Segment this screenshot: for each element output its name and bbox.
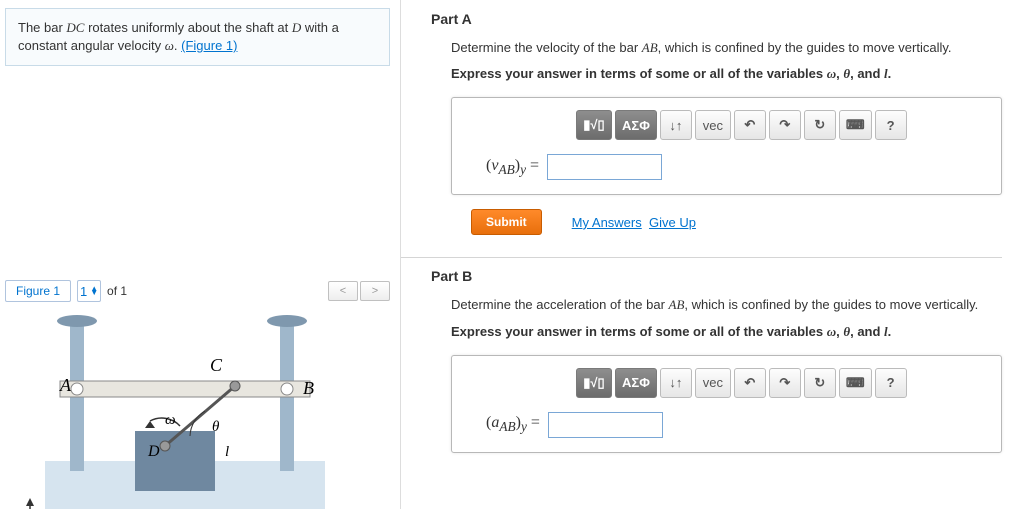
var-d: D (292, 20, 301, 35)
divider (401, 257, 1002, 258)
part-a-answer-input[interactable] (547, 154, 662, 180)
greek-button[interactable]: ΑΣΦ (615, 110, 657, 140)
part-b-title: Part B (431, 268, 1002, 284)
figure-number-spinner[interactable]: 1 ▲▼ (77, 280, 101, 302)
undo-button[interactable]: ↶ (734, 110, 766, 140)
spinner-arrows: ▲▼ (90, 287, 98, 297)
svg-text:A: A (59, 375, 72, 395)
redo-button[interactable]: ↷ (769, 110, 801, 140)
var-omega: ω (165, 38, 174, 53)
txt: The bar (18, 20, 66, 35)
part-a-answer-box: ▮√▯ ΑΣΦ ↓↑ vec ↶ ↷ ↻ ⌨ ? (vAB)y = (451, 97, 1002, 195)
var-dc: DC (66, 20, 84, 35)
figure-tab[interactable]: Figure 1 (5, 280, 71, 302)
subsup-button[interactable]: ↓↑ (660, 368, 692, 398)
keyboard-button[interactable]: ⌨ (839, 368, 872, 398)
figure-number: 1 (80, 284, 87, 299)
part-b-answer-box: ▮√▯ ΑΣΦ ↓↑ vec ↶ ↷ ↻ ⌨ ? (aAB)y = (451, 355, 1002, 453)
vec-button[interactable]: vec (695, 368, 731, 398)
keyboard-button[interactable]: ⌨ (839, 110, 872, 140)
templates-button[interactable]: ▮√▯ (576, 110, 612, 140)
txt: rotates uniformly about the shaft at (84, 20, 291, 35)
svg-text:D: D (147, 443, 160, 460)
part-b-express: Express your answer in terms of some or … (451, 323, 1002, 341)
help-button[interactable]: ? (875, 368, 907, 398)
part-a-express: Express your answer in terms of some or … (451, 65, 1002, 83)
svg-text:l: l (225, 444, 229, 460)
figure-count: of 1 (107, 284, 127, 298)
part-a-prompt: Determine the velocity of the bar AB, wh… (451, 39, 1002, 57)
vec-button[interactable]: vec (695, 110, 731, 140)
greek-button[interactable]: ΑΣΦ (615, 368, 657, 398)
figure-canvas: A B C D ω θ l y (5, 306, 390, 509)
undo-button[interactable]: ↶ (734, 368, 766, 398)
part-a-eq-label: (vAB)y = (486, 157, 539, 178)
subsup-button[interactable]: ↓↑ (660, 110, 692, 140)
svg-text:θ: θ (212, 419, 220, 435)
svg-text:C: C (210, 355, 223, 375)
var-ab: AB (642, 40, 658, 55)
templates-button[interactable]: ▮√▯ (576, 368, 612, 398)
svg-text:ω: ω (165, 412, 176, 428)
var-ab: AB (669, 297, 685, 312)
submit-button[interactable]: Submit (471, 209, 542, 235)
equation-toolbar: ▮√▯ ΑΣΦ ↓↑ vec ↶ ↷ ↻ ⌨ ? (576, 110, 987, 140)
problem-statement: The bar DC rotates uniformly about the s… (5, 8, 390, 66)
part-a-title: Part A (431, 11, 1002, 27)
figure-prev-button[interactable]: < (328, 281, 358, 301)
equation-toolbar: ▮√▯ ΑΣΦ ↓↑ vec ↶ ↷ ↻ ⌨ ? (576, 368, 987, 398)
reset-button[interactable]: ↻ (804, 368, 836, 398)
give-up-link[interactable]: Give Up (649, 215, 696, 230)
part-b-prompt: Determine the acceleration of the bar AB… (451, 296, 1002, 314)
part-b-eq-label: (aAB)y = (486, 414, 540, 435)
redo-button[interactable]: ↷ (769, 368, 801, 398)
figure-link[interactable]: (Figure 1) (181, 38, 237, 53)
figure-next-button[interactable]: > (360, 281, 390, 301)
part-b-answer-input[interactable] (548, 412, 663, 438)
help-button[interactable]: ? (875, 110, 907, 140)
reset-button[interactable]: ↻ (804, 110, 836, 140)
svg-text:B: B (303, 378, 314, 398)
figure-panel: Figure 1 1 ▲▼ of 1 < > (5, 276, 390, 509)
my-answers-link[interactable]: My Answers (572, 215, 642, 230)
